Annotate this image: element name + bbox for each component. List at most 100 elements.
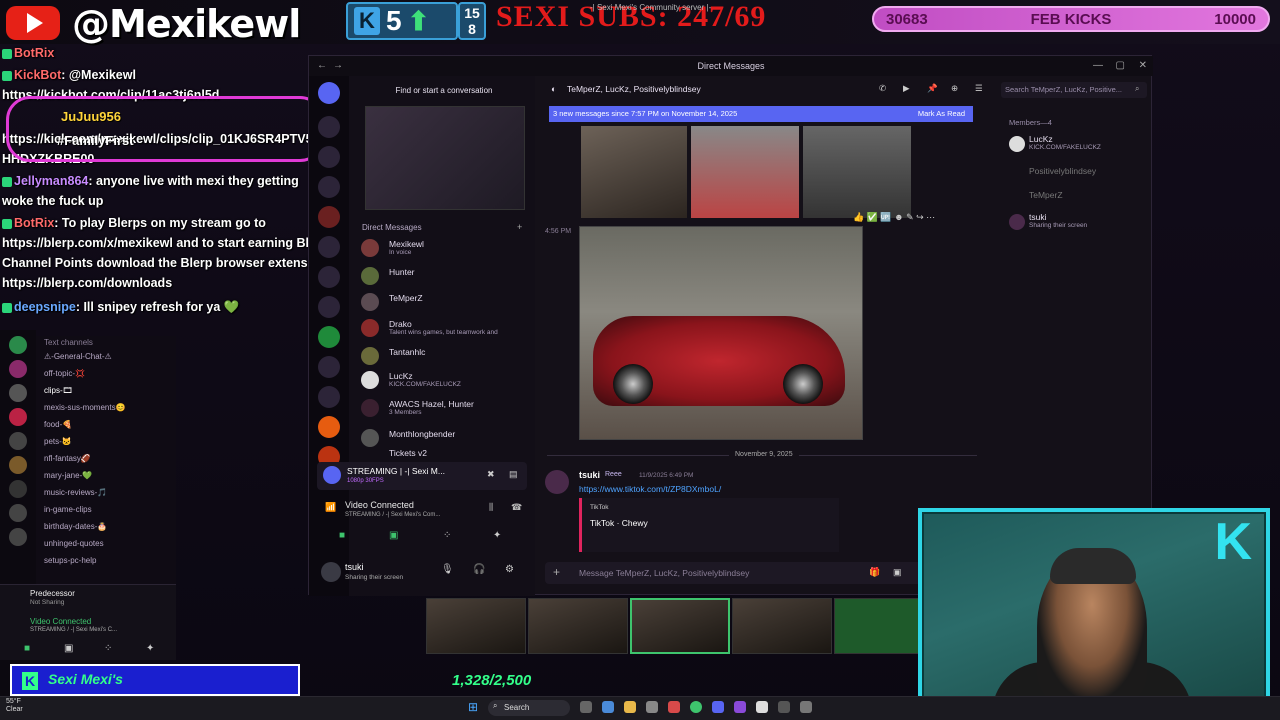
reaction-bar[interactable]: 👍 ✅ 🆙 ☻ ✎ ↪ ⋯ [853,212,935,223]
attachment-image[interactable] [691,126,799,218]
dm-item[interactable]: Tantanhlc [361,344,533,368]
server-icon[interactable] [9,336,27,354]
video-tile[interactable] [732,598,832,654]
new-messages-bar[interactable]: 3 new messages since 7:57 PM on November… [549,106,973,122]
screen-share-icon[interactable]: ▣ [64,643,73,654]
avatar[interactable] [545,470,569,494]
video-tile[interactable] [528,598,628,654]
settings-icon[interactable]: ⚙ [505,564,514,575]
start-icon[interactable]: ⊞ [468,700,478,714]
video-tile[interactable] [426,598,526,654]
add-dm-icon[interactable]: + [517,222,522,232]
server-icon[interactable] [318,386,340,408]
soundboard-icon[interactable]: ✦ [493,530,501,541]
streaming-bar[interactable]: STREAMING | -| Sexi M... 1080p 30FPS ✖ ▤ [317,462,527,490]
task-view-icon[interactable] [580,701,592,713]
server-icon[interactable] [9,360,27,378]
find-conversation-button[interactable]: Find or start a conversation [355,82,533,100]
server-icon[interactable] [9,480,27,498]
call-icon[interactable]: ✆ [879,83,886,94]
member-item[interactable]: TeMperZ [1029,190,1063,200]
dm-item[interactable]: AWACS Hazel, Hunter 3 Members [361,396,533,420]
dm-item[interactable]: Tickets v2 [361,448,533,458]
minimize-icon[interactable]: — [1093,56,1103,76]
dm-item[interactable]: Hunter [361,264,533,288]
store-icon[interactable] [646,701,658,713]
add-server-icon[interactable] [9,504,27,522]
headphones-icon[interactable]: 🎧 [473,564,485,575]
channel-item[interactable]: mary-jane-💚 [44,471,92,480]
avatar[interactable] [321,562,341,582]
channel-item[interactable]: mexis-sus-moments😊 [44,403,126,412]
attachment-image[interactable] [581,126,687,218]
app-icon[interactable] [778,701,790,713]
back-icon[interactable]: ← [317,56,327,76]
dm-item[interactable]: Monthlongbender [361,426,533,450]
stream-preview-image[interactable] [365,106,525,210]
dm-item[interactable]: Drako Talent wins games, but teamwork and [361,316,533,340]
message-author[interactable]: tsuki [579,470,600,480]
channel-item[interactable]: ⚠-General-Chat-⚠ [44,352,112,361]
signal-icon[interactable]: 📶 [325,502,336,513]
app-icon[interactable] [668,701,680,713]
channel-item[interactable]: nfl-fantasy🏈 [44,454,91,463]
stop-stream-icon[interactable]: ✖ [487,469,495,480]
server-icon[interactable] [9,456,27,474]
server-icon[interactable] [9,408,27,426]
channel-category[interactable]: Text channels [44,338,93,347]
app-icon[interactable] [756,701,768,713]
channel-item[interactable]: music-reviews-🎵 [44,488,107,497]
close-icon[interactable]: ✕ [1139,56,1147,76]
stream-settings-icon[interactable]: ▤ [509,469,518,480]
server-icon[interactable] [318,266,340,288]
app-icon[interactable] [602,701,614,713]
channel-item[interactable]: in-game-clips [44,505,92,514]
gif-icon[interactable]: ▣ [893,567,902,578]
dm-item[interactable]: TeMperZ [361,290,533,314]
activity-icon[interactable]: ⁘ [104,643,112,654]
channel-item[interactable]: birthday-dates-🎂 [44,522,107,531]
message-link[interactable]: https://www.tiktok.com/t/ZP8DXmboL/ [579,484,721,494]
activity-icon[interactable]: ⁘ [443,530,451,541]
camera-icon[interactable]: ■ [339,530,345,541]
add-friends-icon[interactable]: ⊕ [951,83,958,94]
attach-icon[interactable]: + [553,565,560,579]
server-icon[interactable] [318,236,340,258]
pin-icon[interactable]: 📌 [927,83,938,94]
server-icon[interactable] [318,356,340,378]
maximize-icon[interactable]: ▢ [1116,56,1125,76]
discord-home-icon[interactable] [318,82,340,104]
channel-item[interactable]: off-topic-💢 [44,369,85,378]
server-icon[interactable] [318,326,340,348]
taskbar-search[interactable]: Search [488,700,570,716]
app-icon[interactable] [800,701,812,713]
server-icon[interactable] [9,384,27,402]
soundboard-icon[interactable]: ✦ [146,643,154,654]
server-icon[interactable] [318,176,340,198]
noise-icon[interactable]: ⫼ [489,502,493,513]
discord-icon[interactable] [712,701,724,713]
disconnect-icon[interactable]: ☎ [511,502,522,513]
gift-icon[interactable]: 🎁 [869,567,880,578]
screen-share-icon[interactable]: ▣ [389,530,398,541]
channel-item[interactable]: setups-pc-help [44,556,96,565]
member-item[interactable]: LucKz KICK.COM/FAKELUCKZ [1029,134,1101,151]
server-icon[interactable] [318,116,340,138]
discover-icon[interactable] [9,528,27,546]
channel-item[interactable]: food-🍕 [44,420,72,429]
dm-item[interactable]: Mexikewl In voice [361,236,533,260]
server-icon[interactable] [318,206,340,228]
mark-read-button[interactable]: Mark As Read [918,106,965,122]
app-icon[interactable] [734,701,746,713]
member-item[interactable]: tsuki Sharing their screen [1029,212,1087,229]
channel-item[interactable]: unhinged-quotes [44,539,104,548]
server-icon[interactable] [318,296,340,318]
server-icon[interactable] [318,146,340,168]
weather-widget[interactable]: 55°F Clear [6,698,23,714]
video-icon[interactable]: ▶ [903,83,910,94]
server-icon[interactable] [9,432,27,450]
channel-item[interactable]: pets-🐱 [44,437,72,446]
attachment-image[interactable] [803,126,911,218]
channel-item[interactable]: clips-🎞 [44,386,73,395]
server-icon[interactable] [318,416,340,438]
